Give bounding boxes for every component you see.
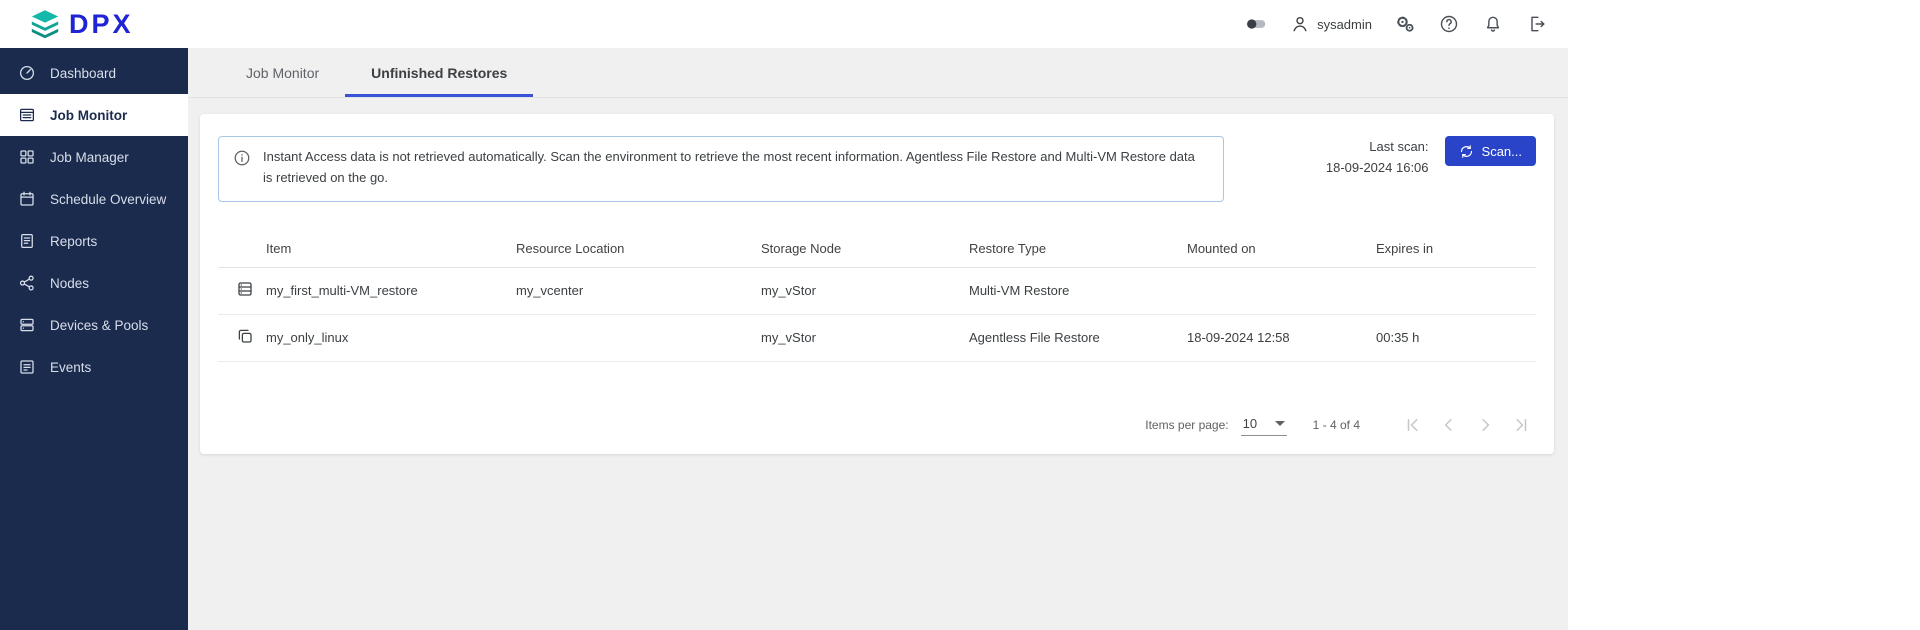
sidebar-item-job-manager[interactable]: Job Manager [0, 136, 188, 178]
dpx-logo-icon [30, 9, 60, 39]
cell-mounted-on: 18-09-2024 12:58 [1187, 330, 1376, 345]
topbar: DPX sysadmin [0, 0, 1568, 48]
user-menu[interactable]: sysadmin [1289, 13, 1372, 35]
username: sysadmin [1317, 17, 1372, 32]
previous-page-icon [1440, 416, 1458, 434]
events-icon [18, 358, 36, 376]
sidebar-item-job-monitor[interactable]: Job Monitor [0, 94, 188, 136]
items-per-page: Items per page: 10 [1145, 414, 1286, 436]
cell-item: my_only_linux [266, 330, 516, 345]
column-header-item: Item [266, 241, 516, 256]
cell-storage-node: my_vStor [761, 283, 969, 298]
sidebar-item-label: Schedule Overview [50, 192, 166, 207]
scan-area: Last scan: 18-09-2024 16:06 Scan... [1306, 136, 1536, 179]
scan-refresh-icon [1459, 144, 1474, 159]
topbar-actions: sysadmin [1245, 13, 1548, 35]
job-manager-icon [18, 148, 36, 166]
table-row[interactable]: my_first_multi-VM_restore my_vcenter my_… [218, 268, 1536, 315]
multi-vm-restore-icon [236, 280, 254, 298]
sidebar-item-schedule-overview[interactable]: Schedule Overview [0, 178, 188, 220]
logo-text: DPX [69, 9, 134, 40]
column-header-expires-in: Expires in [1376, 241, 1536, 256]
devices-icon [18, 316, 36, 334]
last-page-icon [1512, 416, 1530, 434]
user-icon [1289, 13, 1311, 35]
column-header-mounted-on: Mounted on [1187, 241, 1376, 256]
pagination-bar: Items per page: 10 1 - 4 of 4 [218, 402, 1536, 448]
sidebar-item-label: Events [50, 360, 91, 375]
sidebar-item-dashboard[interactable]: Dashboard [0, 52, 188, 94]
cell-expires-in: 00:35 h [1376, 330, 1536, 345]
chevron-down-icon [1275, 421, 1285, 426]
next-page-icon [1476, 416, 1494, 434]
items-per-page-value: 10 [1243, 416, 1257, 431]
sidebar-item-events[interactable]: Events [0, 346, 188, 388]
sidebar-item-nodes[interactable]: Nodes [0, 262, 188, 304]
dashboard-icon [18, 64, 36, 82]
cell-restore-type: Multi-VM Restore [969, 283, 1187, 298]
items-per-page-label: Items per page: [1145, 418, 1228, 432]
cell-storage-node: my_vStor [761, 330, 969, 345]
sidebar-item-reports[interactable]: Reports [0, 220, 188, 262]
pagination-range: 1 - 4 of 4 [1313, 418, 1360, 432]
tab-unfinished-restores[interactable]: Unfinished Restores [345, 48, 533, 97]
sidebar-item-label: Dashboard [50, 66, 116, 81]
column-header-restore-type: Restore Type [969, 241, 1187, 256]
sidebar: Dashboard Job Monitor Job Manage [0, 48, 188, 630]
items-per-page-select[interactable]: 10 [1241, 414, 1287, 436]
sidebar-item-label: Job Monitor [50, 108, 127, 123]
sidebar-item-devices-pools[interactable]: Devices & Pools [0, 304, 188, 346]
column-header-resource-location: Resource Location [516, 241, 761, 256]
main-content: Job Monitor Unfinished Restores [188, 48, 1568, 630]
sidebar-item-label: Reports [50, 234, 97, 249]
table-header-row: Item Resource Location Storage Node Rest… [218, 230, 1536, 268]
cell-item: my_first_multi-VM_restore [266, 283, 516, 298]
agentless-file-restore-icon [236, 327, 254, 345]
tab-label: Unfinished Restores [371, 65, 507, 81]
dpx-logo: DPX [30, 9, 134, 40]
table-row[interactable]: my_only_linux my_vStor Agentless File Re… [218, 315, 1536, 362]
first-page-button[interactable] [1400, 412, 1426, 438]
previous-page-button[interactable] [1436, 412, 1462, 438]
tab-bar: Job Monitor Unfinished Restores [188, 48, 1568, 98]
first-page-icon [1404, 416, 1422, 434]
info-banner-text: Instant Access data is not retrieved aut… [263, 147, 1207, 189]
logout-icon[interactable] [1526, 13, 1548, 35]
cell-resource-location: my_vcenter [516, 283, 761, 298]
last-scan-label: Last scan: [1326, 136, 1429, 157]
last-page-button[interactable] [1508, 412, 1534, 438]
app-window: DPX sysadmin [0, 0, 1568, 630]
sidebar-item-label: Devices & Pools [50, 318, 148, 333]
column-header-storage-node: Storage Node [761, 241, 969, 256]
notifications-bell-icon[interactable] [1482, 13, 1504, 35]
tab-label: Job Monitor [246, 65, 319, 81]
scan-button-label: Scan... [1482, 144, 1522, 159]
job-monitor-icon [18, 106, 36, 124]
help-icon[interactable] [1438, 13, 1460, 35]
spacer [218, 362, 1536, 402]
scan-button[interactable]: Scan... [1445, 136, 1536, 166]
last-scan-value: 18-09-2024 16:06 [1326, 157, 1429, 178]
unfinished-restores-panel: Instant Access data is not retrieved aut… [200, 114, 1554, 454]
sidebar-item-label: Job Manager [50, 150, 129, 165]
tab-job-monitor[interactable]: Job Monitor [220, 48, 345, 97]
reports-icon [18, 232, 36, 250]
next-page-button[interactable] [1472, 412, 1498, 438]
schedule-icon [18, 190, 36, 208]
info-icon [233, 149, 251, 167]
cell-restore-type: Agentless File Restore [969, 330, 1187, 345]
panel-header: Instant Access data is not retrieved aut… [218, 136, 1536, 202]
pagination-controls [1400, 412, 1534, 438]
settings-gears-icon[interactable] [1394, 13, 1416, 35]
last-scan: Last scan: 18-09-2024 16:06 [1326, 136, 1429, 179]
page: DPX sysadmin [0, 0, 1920, 630]
restores-table: Item Resource Location Storage Node Rest… [218, 230, 1536, 362]
theme-toggle-icon[interactable] [1245, 13, 1267, 35]
info-banner: Instant Access data is not retrieved aut… [218, 136, 1224, 202]
sidebar-item-label: Nodes [50, 276, 89, 291]
nodes-icon [18, 274, 36, 292]
